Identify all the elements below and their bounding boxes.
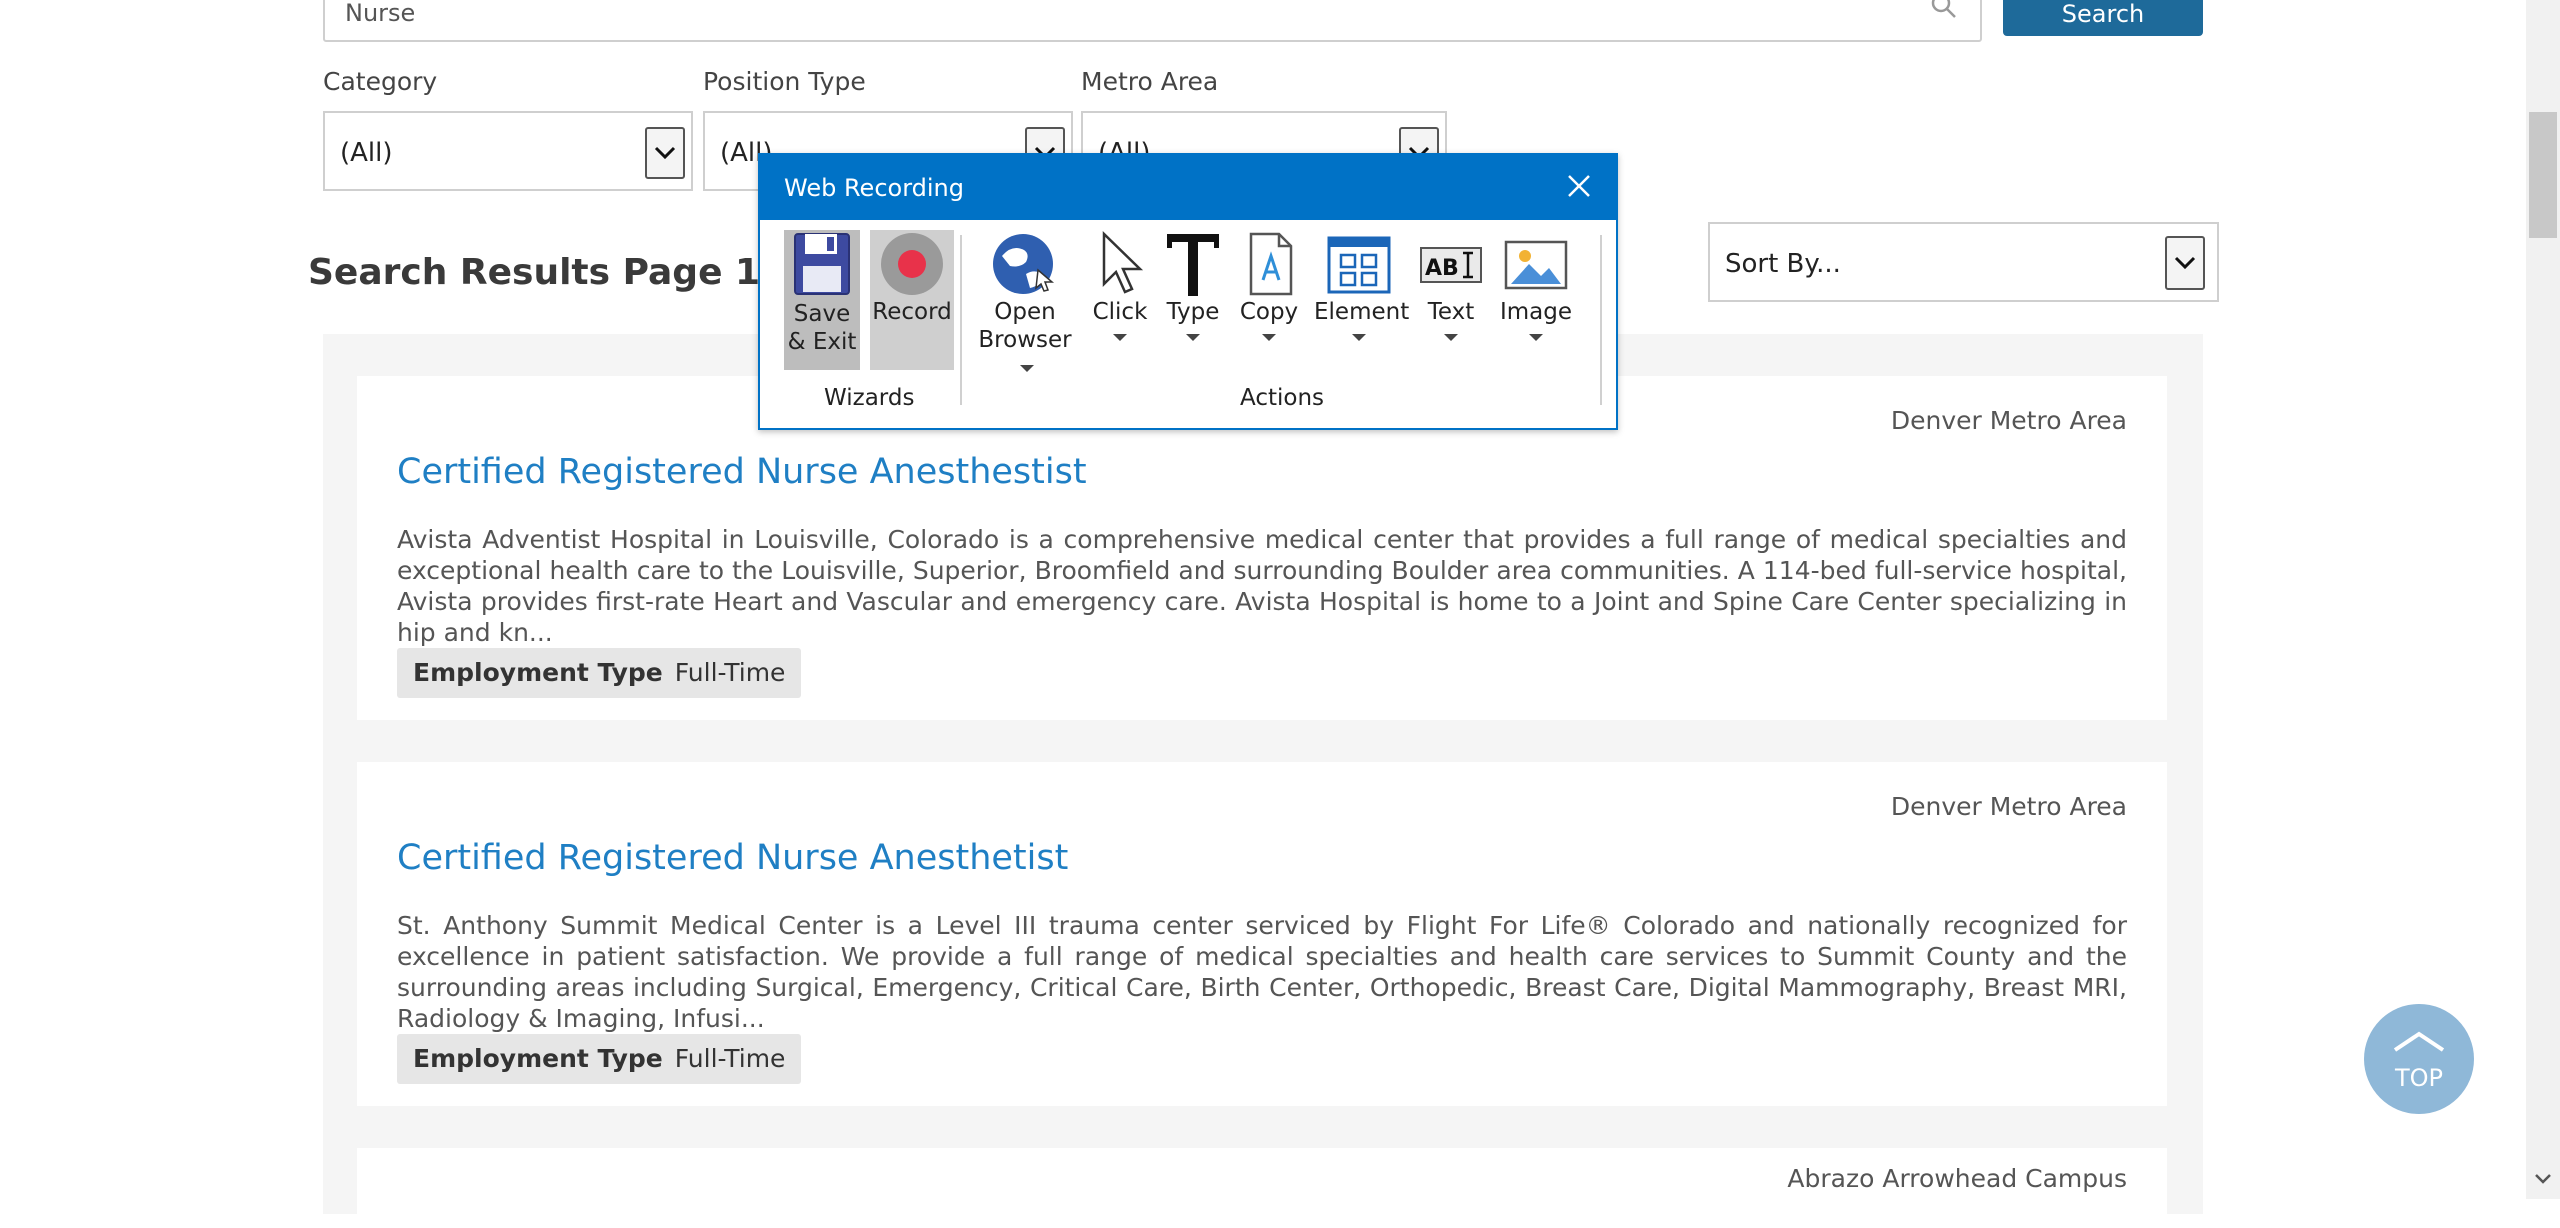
job-location: Abrazo Arrowhead Campus	[1787, 1164, 2127, 1193]
element-button[interactable]: Element	[1314, 230, 1409, 341]
employment-type-badge: Employment Type Full-Time	[397, 648, 802, 698]
badge-label: Employment Type	[413, 1044, 663, 1073]
click-button[interactable]: Click	[1090, 230, 1150, 341]
chevron-down-icon	[1352, 334, 1366, 341]
record-button[interactable]: Record	[870, 230, 954, 370]
chevron-down-icon	[1113, 334, 1127, 341]
chevron-down-icon	[1444, 334, 1458, 341]
badge-label: Employment Type	[413, 658, 663, 687]
cursor-icon	[1102, 231, 1144, 294]
text-button[interactable]: AB Text	[1416, 230, 1486, 341]
category-select[interactable]: (All)	[323, 111, 693, 191]
type-label: Type	[1166, 299, 1220, 325]
chevron-down-icon	[1020, 365, 1034, 372]
save-exit-label-1: Save	[793, 301, 851, 327]
type-t-icon	[1167, 234, 1219, 296]
results-list: Denver Metro Area Certified Registered N…	[323, 334, 2203, 1228]
job-title-link[interactable]: Certified Registered Nurse Anesthestist	[397, 452, 1087, 492]
copy-label: Copy	[1239, 299, 1299, 325]
open-browser-label-1: Open	[994, 299, 1056, 325]
employment-type-badge: Employment Type Full-Time	[397, 1034, 802, 1084]
back-to-top-button[interactable]: TOP	[2364, 1004, 2474, 1114]
record-icon	[881, 233, 943, 295]
job-description: Avista Adventist Hospital in Louisville,…	[397, 525, 2127, 647]
click-label: Click	[1092, 299, 1148, 325]
divider	[960, 235, 962, 405]
job-location: Denver Metro Area	[1890, 792, 2127, 821]
scrollbar[interactable]	[2526, 0, 2560, 1199]
floppy-disk-icon	[794, 233, 850, 295]
chevron-up-icon	[2393, 1031, 2445, 1052]
dialog-title: Web Recording	[784, 174, 964, 202]
divider	[1600, 235, 1602, 405]
search-input-value: Nurse	[345, 0, 416, 27]
copy-button[interactable]: Copy	[1236, 230, 1302, 341]
image-button[interactable]: Image	[1496, 230, 1576, 341]
job-description: St. Anthony Summit Medical Center is a L…	[397, 911, 2127, 1033]
position-type-label: Position Type	[703, 67, 866, 96]
image-icon	[1504, 240, 1568, 290]
document-copy-icon	[1249, 232, 1293, 296]
text-label: Text	[1427, 299, 1475, 325]
list-item: Abrazo Arrowhead Campus	[357, 1148, 2167, 1228]
close-icon[interactable]	[1566, 173, 1592, 203]
chevron-down-icon	[1529, 334, 1543, 341]
search-input[interactable]: Nurse	[323, 0, 1982, 42]
chevron-down-icon	[1186, 334, 1200, 341]
element-label: Element	[1314, 299, 1410, 325]
open-browser-label-2: Browser	[978, 327, 1072, 353]
svg-text:AB: AB	[1425, 256, 1459, 281]
chevron-down-icon[interactable]	[645, 127, 685, 179]
sort-select[interactable]: Sort By...	[1708, 222, 2219, 302]
dialog-header[interactable]: Web Recording	[760, 155, 1616, 220]
element-grid-icon	[1327, 236, 1391, 294]
search-icon[interactable]	[1930, 0, 1958, 26]
chevron-down-icon[interactable]	[2165, 236, 2205, 290]
wizards-group-label: Wizards	[824, 385, 915, 411]
job-title-link[interactable]: Certified Registered Nurse Anesthetist	[397, 838, 1068, 878]
text-recognition-icon: AB	[1420, 247, 1482, 283]
sort-select-value: Sort By...	[1725, 249, 1841, 279]
save-exit-label-2: & Exit	[787, 329, 857, 355]
list-item: Denver Metro Area Certified Registered N…	[357, 762, 2167, 1106]
category-label: Category	[323, 67, 438, 96]
job-location: Denver Metro Area	[1890, 406, 2127, 435]
category-select-value: (All)	[340, 138, 393, 168]
search-button[interactable]: Search	[2003, 0, 2203, 36]
save-exit-button[interactable]: Save & Exit	[784, 230, 860, 370]
chevron-down-icon[interactable]	[2534, 1170, 2552, 1189]
type-button[interactable]: Type	[1162, 230, 1224, 341]
chevron-down-icon	[1262, 334, 1276, 341]
scrollbar-thumb[interactable]	[2529, 112, 2557, 238]
web-recording-dialog: Web Recording Save & Exit Record Open Br…	[758, 153, 1618, 430]
image-label: Image	[1499, 299, 1573, 325]
actions-group-label: Actions	[1240, 385, 1325, 411]
badge-value: Full-Time	[674, 1044, 786, 1073]
open-browser-button[interactable]: Open Browser	[970, 230, 1080, 382]
back-to-top-label: TOP	[2394, 1064, 2444, 1092]
metro-area-label: Metro Area	[1081, 67, 1219, 96]
globe-icon	[993, 234, 1055, 294]
badge-value: Full-Time	[674, 658, 786, 687]
record-label: Record	[872, 299, 952, 325]
